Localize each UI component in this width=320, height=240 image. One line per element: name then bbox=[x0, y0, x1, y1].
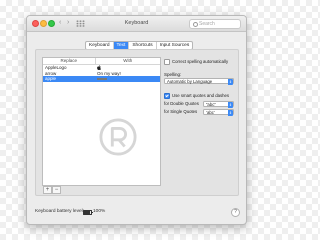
double-quotes-label: for Double Quotes bbox=[164, 101, 199, 106]
tab-keyboard[interactable]: Keyboard bbox=[86, 42, 114, 49]
tab-text[interactable]: Text bbox=[113, 42, 130, 49]
correct-spelling-option[interactable]: Correct spelling automatically bbox=[164, 58, 234, 65]
battery-label: Keyboard battery level: bbox=[35, 209, 85, 214]
correct-spelling-checkbox[interactable] bbox=[164, 58, 170, 65]
column-header-with[interactable]: With bbox=[96, 58, 160, 64]
double-quotes-row: for Double Quotes bbox=[164, 100, 199, 107]
column-header-replace[interactable]: Replace bbox=[43, 58, 96, 64]
tab-input-sources[interactable]: Input Sources bbox=[157, 42, 193, 49]
table-header: Replace With bbox=[43, 58, 160, 65]
remove-replacement-button[interactable]: − bbox=[52, 186, 61, 194]
spelling-value: Automatic by Language bbox=[167, 79, 213, 84]
redmond-pie-logo-icon bbox=[99, 118, 137, 156]
correct-spelling-label: Correct spelling automatically bbox=[172, 59, 229, 64]
double-quotes-popup[interactable]: “abc” ⇕ bbox=[203, 100, 234, 108]
smart-quotes-option[interactable]: Use smart quotes and dashes bbox=[164, 92, 229, 99]
footer-bar: Keyboard battery level: 100% ? bbox=[27, 199, 246, 224]
replacements-table[interactable]: Replace With AppleLogo arrow On my way! … bbox=[42, 57, 161, 186]
title-bar: ‹ › Keyboard bbox=[27, 16, 246, 32]
text-options: Correct spelling automatically Spelling: bbox=[164, 58, 234, 78]
table-row-selected[interactable]: apple bbox=[43, 76, 160, 82]
add-replacement-button[interactable]: + bbox=[43, 186, 52, 194]
add-remove-controls: + − bbox=[43, 186, 61, 194]
tab-shortcuts[interactable]: Shortcuts bbox=[129, 42, 157, 49]
apple-logo-icon bbox=[97, 65, 101, 71]
battery-icon bbox=[83, 210, 93, 215]
spelling-popup[interactable]: Automatic by Language ⇕ bbox=[164, 78, 234, 85]
text-pane: Replace With AppleLogo arrow On my way! … bbox=[35, 49, 239, 196]
single-quotes-row: for Single Quotes bbox=[164, 108, 197, 115]
with-edit-field[interactable] bbox=[97, 78, 107, 80]
popup-arrows-icon: ⇕ bbox=[228, 79, 233, 85]
help-button[interactable]: ? bbox=[231, 208, 240, 217]
single-quotes-popup[interactable]: ‘abc’ ⇕ bbox=[203, 108, 234, 116]
battery-value: 100% bbox=[93, 209, 106, 214]
popup-arrows-icon: ⇕ bbox=[228, 101, 233, 108]
single-quotes-label: for Single Quotes bbox=[164, 109, 198, 114]
with-cell-editor[interactable] bbox=[95, 76, 160, 82]
search-input[interactable] bbox=[199, 20, 237, 28]
smart-quotes-label: Use smart quotes and dashes bbox=[172, 93, 230, 98]
double-quotes-value: “abc” bbox=[206, 101, 216, 107]
search-icon bbox=[193, 21, 198, 27]
single-quotes-value: ‘abc’ bbox=[206, 109, 215, 115]
preferences-window: ‹ › Keyboard Keyboard Text Shortcuts Inp… bbox=[26, 15, 247, 225]
popup-arrows-icon: ⇕ bbox=[228, 109, 233, 116]
search-field[interactable] bbox=[189, 19, 241, 29]
replace-cell: apple bbox=[45, 76, 57, 81]
smart-quotes-checkbox[interactable] bbox=[164, 92, 170, 99]
